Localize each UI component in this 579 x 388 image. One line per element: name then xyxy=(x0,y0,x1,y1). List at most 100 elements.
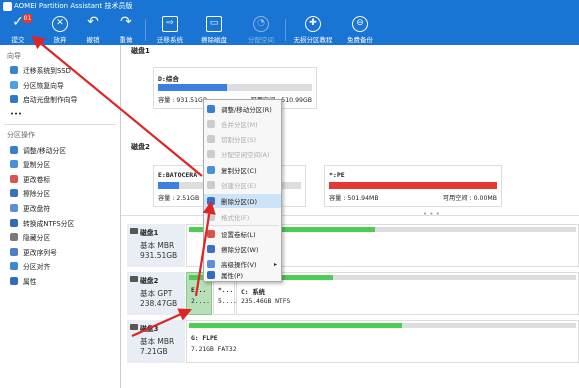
sidebar-item-copy-partition[interactable]: 复制分区 xyxy=(0,157,120,172)
align-icon xyxy=(10,262,18,271)
usage-bar xyxy=(329,182,497,189)
undo-button[interactable]: ↶ 撤销 xyxy=(78,13,108,45)
disk-row[interactable]: 磁盘2 基本 GPT 238.47GB E... 2.... *... 5...… xyxy=(127,272,579,315)
sidebar-item-change-letter[interactable]: 更改盘符 xyxy=(0,201,120,216)
discard-icon: ✕ xyxy=(52,16,68,32)
menu-item-allocate[interactable]: 分配空闲空间(A) xyxy=(204,147,281,161)
sidebar-item-align-partition[interactable]: 分区对齐 xyxy=(0,259,120,274)
title-bar: AOMEI Partition Assistant 技术员版 xyxy=(0,0,579,13)
wipe-icon xyxy=(10,189,18,198)
menu-item-merge[interactable]: 合并分区(M) xyxy=(204,117,281,131)
disk-header[interactable]: 磁盘1 基本 MBR 931.51GB xyxy=(127,224,185,267)
menu-item-properties[interactable]: 属性(P) xyxy=(204,268,281,282)
wipe-icon xyxy=(207,245,215,253)
sidebar-item-wipe-partition[interactable]: 擦除分区 xyxy=(0,186,120,201)
sidebar-item-hide-partition[interactable]: 隐藏分区 xyxy=(0,230,120,245)
menu-item-create[interactable]: 创建分区(E) xyxy=(204,178,281,192)
allocate-space-button[interactable]: ◔ 分配空间 xyxy=(243,13,279,45)
allocate-icon xyxy=(207,150,215,158)
disk-header[interactable]: 磁盘2 基本 GPT 238.47GB xyxy=(127,272,185,315)
disk2-label: 磁盘2 xyxy=(131,143,150,151)
disk-partition-c[interactable]: C: 系统 235.46GB NTFS xyxy=(236,272,579,315)
bootable-media-icon xyxy=(10,95,18,104)
wipe-disk-button[interactable]: ▭ 擦除磁盘 xyxy=(196,13,232,45)
hide-icon xyxy=(10,233,18,242)
menu-item-delete[interactable]: 删除分区(D) xyxy=(204,194,281,208)
partition-bar xyxy=(239,275,576,280)
delete-icon xyxy=(207,197,215,205)
usage-fill xyxy=(158,84,228,91)
partition-fill xyxy=(189,323,402,328)
usage-fill xyxy=(329,182,497,189)
commit-button[interactable]: ✓ 01 提交 xyxy=(3,13,33,45)
redo-icon: ↷ xyxy=(120,14,132,30)
toolbar-separator xyxy=(285,19,286,41)
sidebar-item-migrate-ssd[interactable]: 迁移系统到SSD xyxy=(0,63,120,78)
disk-header[interactable]: 磁盘3 基本 MBR 7.21GB xyxy=(127,320,185,363)
lossless-partition-tutorial-button[interactable]: ✚ 无损分区教程 xyxy=(290,13,336,45)
convert-icon xyxy=(10,218,18,227)
disk-row[interactable]: 磁盘3 基本 MBR 7.21GB G: FLPE 7.21GB FAT32 xyxy=(127,320,579,363)
info-icon xyxy=(207,271,215,279)
split-icon xyxy=(207,135,215,143)
resize-icon xyxy=(10,145,18,154)
sidebar-item-properties[interactable]: 属性 xyxy=(0,274,120,289)
disk-icon xyxy=(130,324,138,330)
label-icon xyxy=(10,174,18,183)
discard-button[interactable]: ✕ 放弃 xyxy=(45,13,75,45)
submenu-arrow-icon: ▸ xyxy=(273,260,277,268)
pending-count-badge: 01 xyxy=(23,14,32,23)
wipe-disk-icon: ▭ xyxy=(206,16,222,32)
advanced-icon xyxy=(207,260,215,268)
info-icon xyxy=(10,277,18,286)
menu-item-wipe[interactable]: 擦除分区(W) xyxy=(204,242,281,256)
free-backup-button[interactable]: ⊖ 免费备份 xyxy=(342,13,378,45)
merge-icon xyxy=(207,120,215,128)
disk1-label: 磁盘1 xyxy=(131,47,150,55)
disk-row[interactable]: 磁盘1 基本 MBR 931.51GB xyxy=(127,224,579,267)
sidebar-item-bootable-media[interactable]: 启动光盘制作向导 xyxy=(0,92,120,107)
menu-separator xyxy=(206,225,279,226)
sidebar-item-resize-move[interactable]: 调整/移动分区 xyxy=(0,142,120,157)
partition-card-pe[interactable]: *:PE 容量 : 501.94MB 可用空间 : 0.00MB xyxy=(324,165,502,207)
migrate-system-icon: ⇨ xyxy=(162,16,178,32)
disk-partition-g[interactable]: G: FLPE 7.21GB FAT32 xyxy=(186,320,579,363)
undo-icon: ↶ xyxy=(87,14,99,30)
migrate-ssd-icon xyxy=(10,66,18,75)
redo-button[interactable]: ↷ 重做 xyxy=(111,13,141,45)
menu-item-copy[interactable]: 复制分区(C) xyxy=(204,163,281,177)
sidebar-item-change-serial[interactable]: 更改序列号 xyxy=(0,245,120,260)
disk-icon xyxy=(130,276,138,282)
migrate-system-button[interactable]: ⇨ 迁移系统 xyxy=(152,13,188,45)
resize-icon xyxy=(207,105,215,113)
main-panel: 磁盘1 D:综合 容量 : 931.51GB 可用空间 : 510.99GB 磁… xyxy=(121,45,579,388)
partition-ops-section-title: 分区操作 xyxy=(7,131,35,140)
partition-bar xyxy=(189,323,576,328)
partition-recovery-icon xyxy=(10,80,18,89)
window-title: AOMEI Partition Assistant 技术员版 xyxy=(14,2,133,10)
label-icon xyxy=(207,230,215,238)
menu-item-set-label[interactable]: 设置卷标(L) xyxy=(204,227,281,241)
format-icon xyxy=(207,213,215,221)
menu-item-split[interactable]: 切割分区(S) xyxy=(204,132,281,146)
copy-icon xyxy=(207,166,215,174)
toolbar-separator xyxy=(145,19,146,41)
copy-icon xyxy=(10,160,18,169)
create-icon xyxy=(207,181,215,189)
disk-icon xyxy=(130,228,138,234)
sidebar-divider xyxy=(4,124,116,126)
sidebar-item-change-label[interactable]: 更改卷标 xyxy=(0,172,120,187)
usage-bar xyxy=(158,84,312,91)
serial-icon xyxy=(10,247,18,256)
sidebar-item-partition-recovery[interactable]: 分区恢复向导 xyxy=(0,78,120,93)
drive-letter-icon xyxy=(10,204,18,213)
menu-item-format[interactable]: 格式化(F) xyxy=(204,210,281,224)
backup-icon: ⊖ xyxy=(352,16,368,32)
sidebar-item-convert-ntfs[interactable]: 转换成NTFS分区 xyxy=(0,215,120,230)
menu-item-resize-move[interactable]: 调整/移动分区(R) xyxy=(204,102,281,116)
wizard-section-title: 向导 xyxy=(7,52,21,60)
sidebar-more-button[interactable]: ••• xyxy=(0,107,120,122)
toolbar: ✓ 01 提交 ✕ 放弃 ↶ 撤销 ↷ 重做 ⇨ 迁移系统 ▭ 擦除磁盘 ◔ 分… xyxy=(0,13,579,45)
context-menu: 调整/移动分区(R) 合并分区(M) 切割分区(S) 分配空闲空间(A) 复制分… xyxy=(203,99,282,282)
sidebar: 向导 迁移系统到SSD 分区恢复向导 启动光盘制作向导 ••• 分区操作 调整/… xyxy=(0,45,121,388)
